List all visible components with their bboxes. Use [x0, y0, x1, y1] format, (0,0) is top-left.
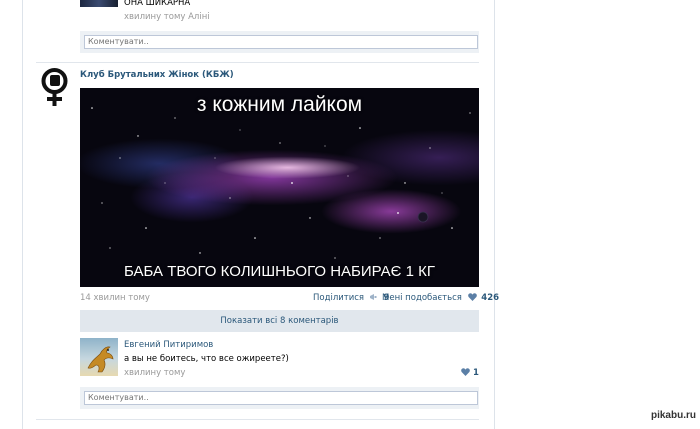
like-label: Мені подобається — [382, 293, 462, 303]
dragon-image — [87, 346, 114, 373]
comment-meta[interactable]: хвилину тому — [124, 368, 185, 378]
comment-text: ОНА ШИКАРНА — [124, 0, 191, 8]
share-button[interactable]: Поділитися 9 — [313, 293, 389, 303]
heart-icon — [461, 368, 470, 376]
starfield — [91, 107, 471, 259]
group-name-link[interactable]: Клуб Брутальних Жінок (КБЖ) — [80, 70, 234, 80]
post-time-link[interactable]: 14 хвилин тому — [80, 293, 150, 303]
like-count: 426 — [481, 293, 500, 303]
post-image[interactable]: з кожним лайком БАБА ТВОГО КОЛИШНЬОГО НА… — [80, 88, 479, 287]
comment-meta[interactable]: хвилину тому Аліні — [124, 12, 210, 22]
comment-input[interactable] — [84, 35, 478, 49]
comment-author-link[interactable]: Евгений Питиримов — [124, 340, 213, 350]
image-caption-bottom: БАБА ТВОГО КОЛИШНЬОГО НАБИРАЄ 1 КГ — [123, 263, 435, 280]
megaphone-icon — [369, 294, 377, 300]
comment-box — [80, 31, 479, 53]
watermark: pikabu.ru — [650, 410, 696, 421]
comment-text: а вы не боитесь, что все ожиреете?) — [124, 354, 289, 364]
comment-input[interactable] — [84, 391, 478, 405]
divider — [36, 62, 479, 63]
avatar[interactable] — [80, 338, 118, 376]
show-all-comments-button[interactable]: Показати всі 8 коментарів — [80, 310, 479, 332]
like-button[interactable]: Мені подобається 426 — [382, 293, 499, 303]
avatar[interactable] — [80, 0, 118, 7]
comment-like-count: 1 — [472, 368, 479, 378]
comment-like-button[interactable]: 1 — [461, 368, 479, 378]
group-logo-icon[interactable] — [38, 68, 71, 108]
share-label: Поділитися — [313, 293, 365, 303]
image-caption-top: з кожним лайком — [196, 93, 363, 116]
divider — [36, 419, 479, 420]
comment-box — [80, 387, 479, 409]
heart-icon — [467, 293, 477, 301]
